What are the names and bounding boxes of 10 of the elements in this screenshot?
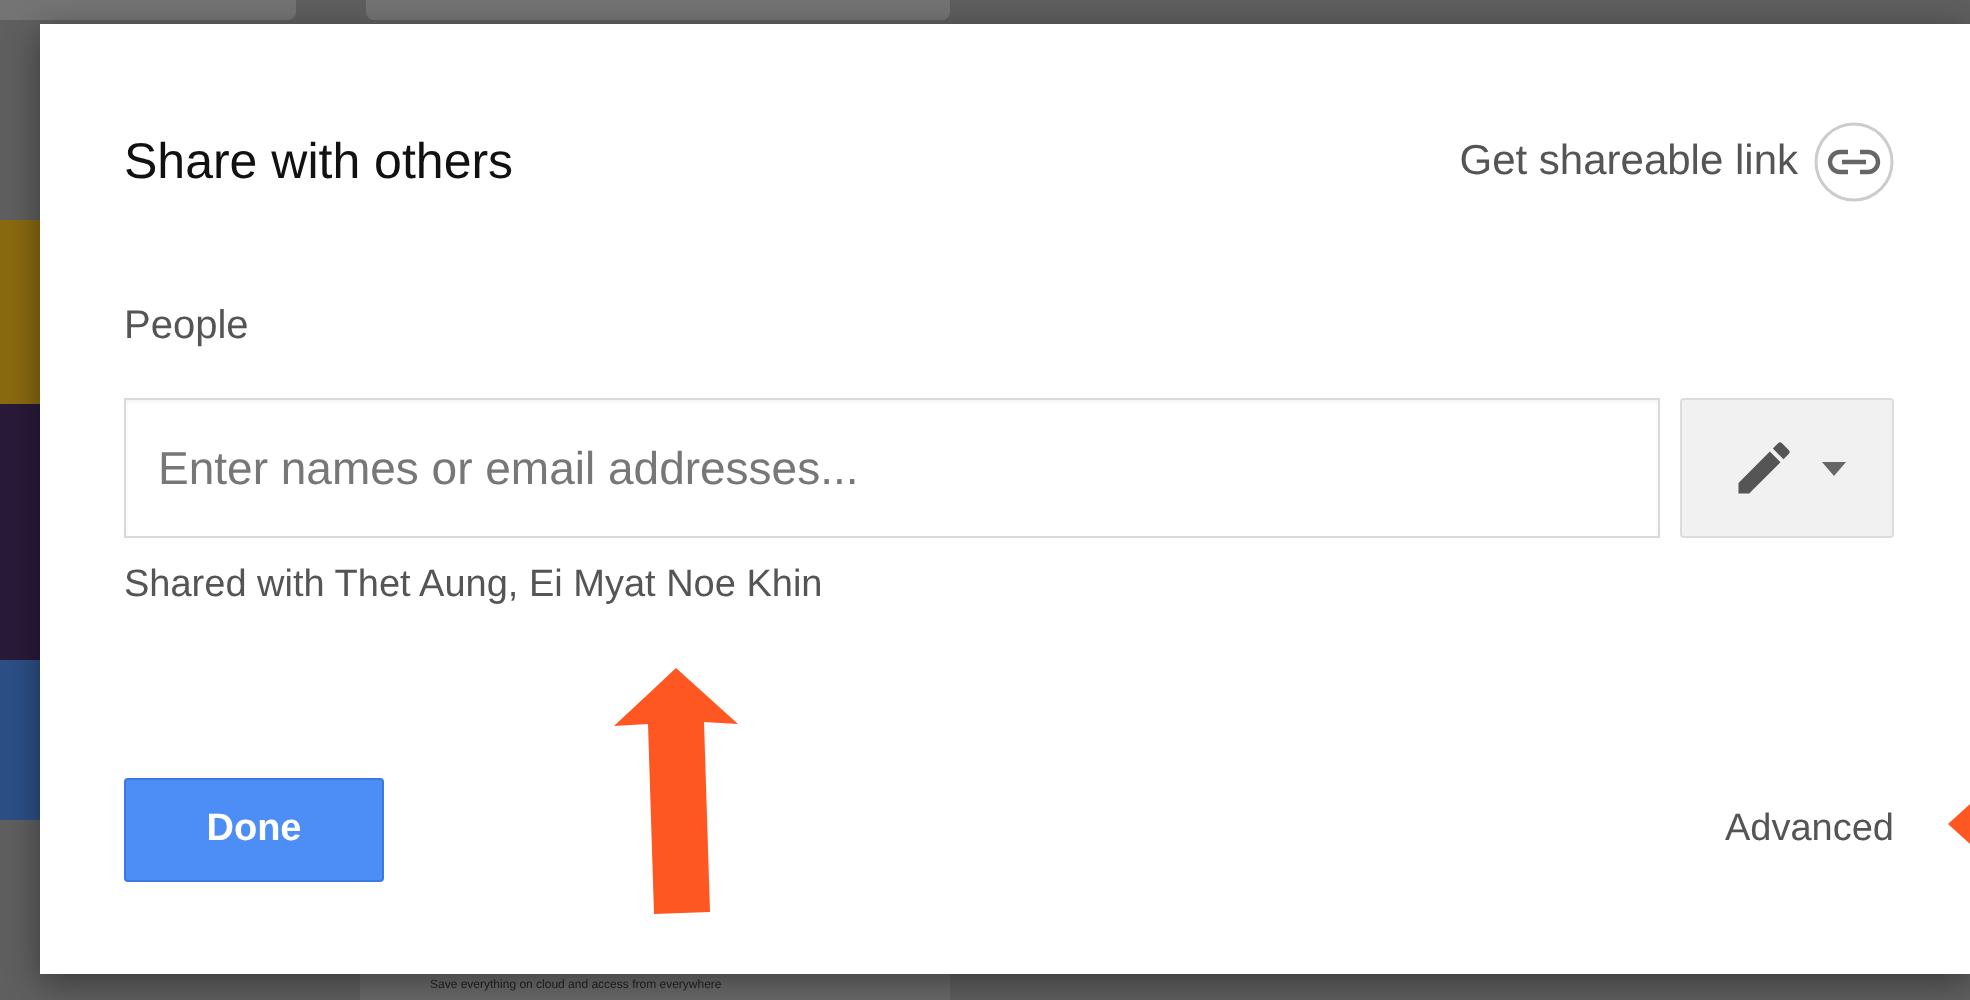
shareable-link-button[interactable]: Get shareable link [1459,122,1894,202]
permission-dropdown-button[interactable] [1680,398,1894,538]
annotation-arrow-drawing [1948,804,1970,844]
shared-with-text: Shared with Thet Aung, Ei Myat Noe Khin [124,562,825,610]
people-label: People [124,302,251,350]
people-input-field[interactable]: Enter names or email addresses... [124,398,1660,538]
caret-icon [1821,461,1845,475]
advanced-link[interactable]: Advanced [1724,808,1894,852]
dialog-title: Share with others [124,133,514,191]
link-icon [1814,122,1894,202]
